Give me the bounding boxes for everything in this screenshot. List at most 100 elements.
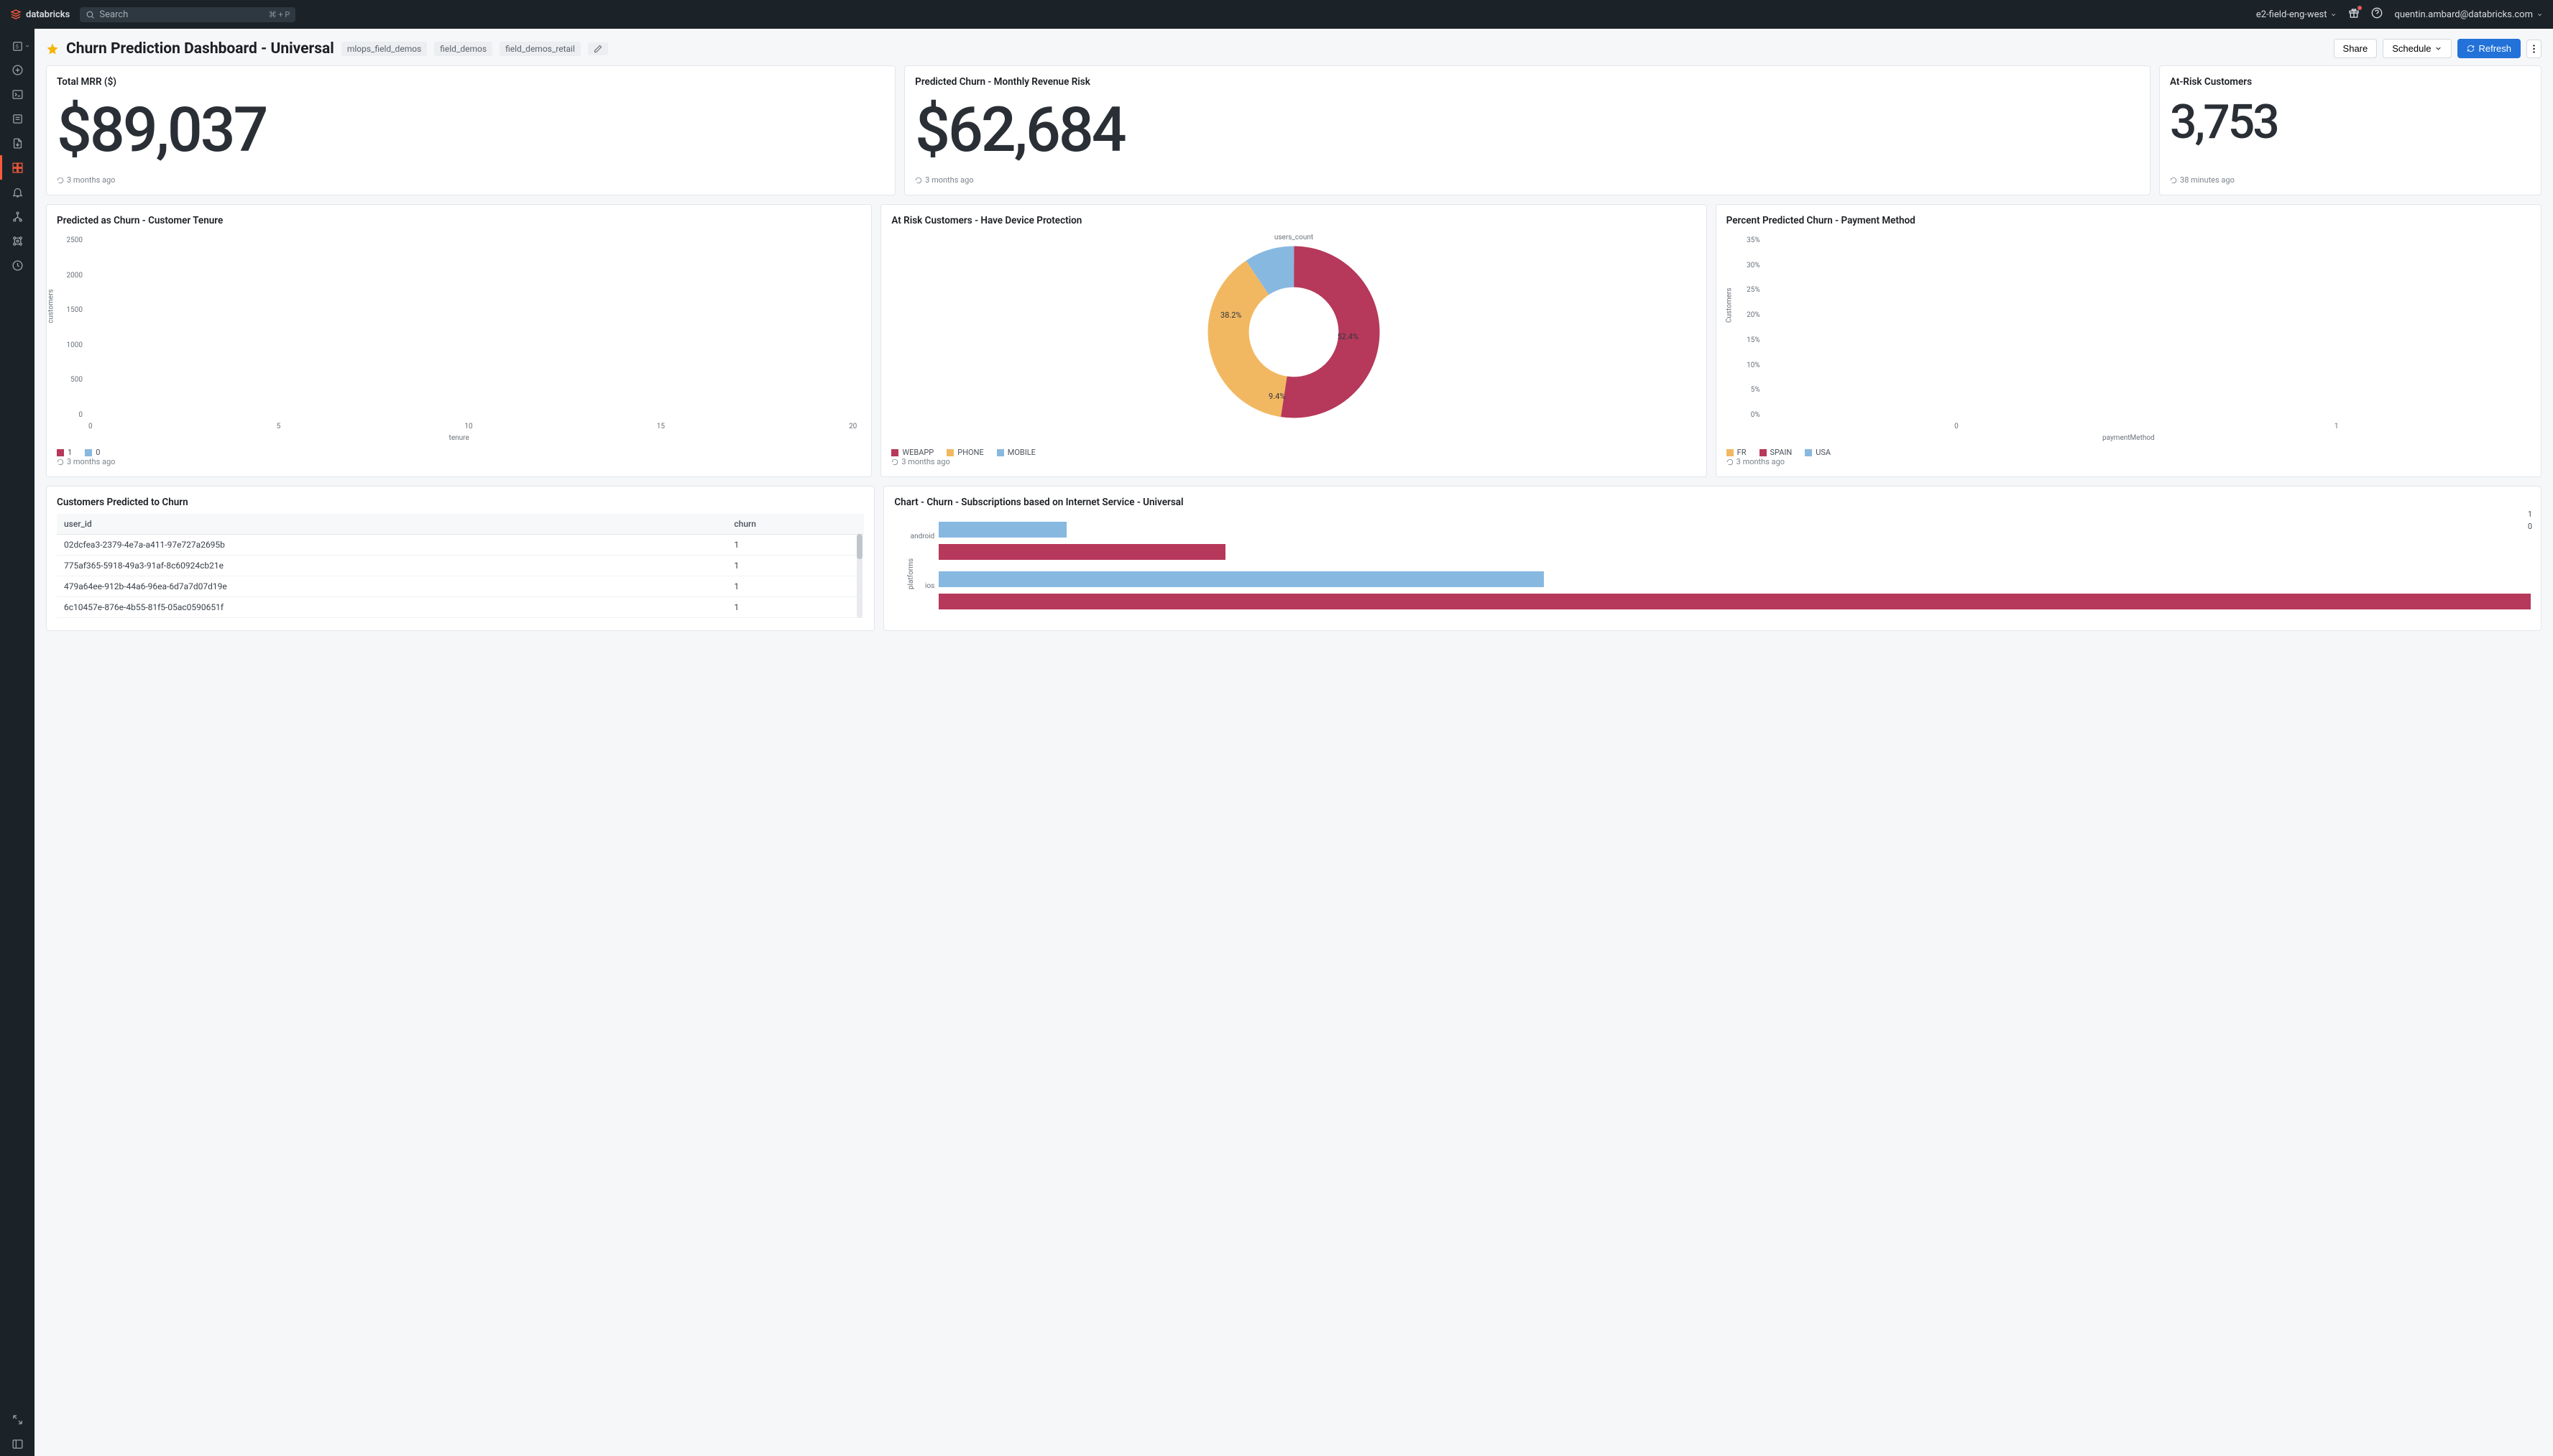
col-churn[interactable]: churn [727, 514, 864, 535]
chart-area: android ios platforms [939, 520, 2531, 620]
tag-mlops[interactable]: mlops_field_demos [341, 42, 427, 56]
chevron-down-icon [2536, 11, 2543, 18]
search-icon [86, 10, 95, 19]
refresh-small-icon [57, 177, 64, 184]
y-axis: 25002000150010005000 [57, 236, 86, 419]
tag-retail[interactable]: field_demos_retail [500, 42, 581, 56]
sidebar-panel[interactable] [0, 1432, 34, 1456]
kpi-timestamp: 3 months ago [57, 175, 885, 185]
refresh-small-icon [2170, 177, 2177, 184]
kpi-timestamp: 3 months ago [915, 175, 2140, 185]
legend: 1 0 [2524, 510, 2532, 534]
user-menu[interactable]: quentin.ambard@databricks.com [2394, 9, 2543, 20]
table-row[interactable]: 479a64ee-912b-44a6-96ea-6d7a7d07d19e1 [57, 576, 864, 597]
chart-tenure: Predicted as Churn - Customer Tenure 250… [46, 204, 872, 477]
chart-area: users_count 52.4% 38.2% 9.4% [891, 232, 1696, 441]
panel-icon [12, 1438, 24, 1450]
table-title: Customers Predicted to Churn [57, 497, 864, 508]
kpi-timestamp: 38 minutes ago [2170, 175, 2531, 185]
sidebar-compute[interactable] [0, 229, 34, 253]
brand-text: databricks [26, 9, 70, 20]
terminal-icon [12, 88, 24, 101]
refresh-button[interactable]: Refresh [2457, 39, 2521, 58]
refresh-icon [2467, 45, 2475, 52]
bell-icon [12, 186, 24, 198]
chart-title: Chart - Churn - Subscriptions based on I… [894, 497, 2531, 508]
chart-payment-method: Percent Predicted Churn - Payment Method… [1716, 204, 2542, 477]
chart-device-protection: At Risk Customers - Have Device Protecti… [880, 204, 1706, 477]
share-button[interactable]: Share [2334, 39, 2378, 58]
help-button[interactable] [2371, 7, 2383, 22]
y-axis-label: customers [47, 289, 55, 323]
help-icon [2371, 7, 2383, 19]
y-axis-label: platforms [907, 558, 915, 589]
chart-timestamp: 3 months ago [57, 457, 861, 466]
clock-icon [12, 259, 24, 272]
table-row[interactable]: 775af365-5918-49a3-91af-8c60924cb21e1 [57, 556, 864, 576]
search-input[interactable]: Search ⌘ + P [80, 7, 295, 22]
sidebar: S [0, 29, 34, 1456]
kpi-title: Total MRR ($) [57, 76, 885, 88]
x-axis: 05101520 [88, 423, 857, 430]
topbar-right: e2-field-eng-west quentin.ambard@databri… [2256, 7, 2543, 22]
col-user-id[interactable]: user_id [57, 514, 727, 535]
list-icon [12, 113, 24, 125]
chart-timestamp: 3 months ago [891, 457, 1696, 466]
chart-area: 35%30%25%20%15%10%5%0% Customers 01 paym… [1726, 232, 2531, 441]
data-table: user_id churn 02dcfea3-2379-4e7a-a411-97… [57, 514, 864, 618]
bar-series [88, 236, 857, 419]
kpi-total-mrr: Total MRR ($) $89,037 3 months ago [46, 65, 896, 195]
dashboard-header: Churn Prediction Dashboard - Universal m… [46, 29, 2542, 65]
workspace-selector[interactable]: e2-field-eng-west [2256, 9, 2337, 20]
plus-circle-icon [12, 64, 24, 76]
sidebar-expand[interactable] [0, 1407, 34, 1432]
search-shortcut: ⌘ + P [269, 10, 290, 19]
more-actions-button[interactable] [2526, 40, 2542, 58]
chart-title: Predicted as Churn - Customer Tenure [57, 215, 861, 226]
chart-area: 25002000150010005000 customers 05101520 … [57, 232, 861, 441]
search-placeholder: Search [99, 9, 128, 20]
table-scrollbar[interactable] [857, 534, 862, 618]
main-content: Churn Prediction Dashboard - Universal m… [34, 29, 2553, 1456]
kpi-title: At-Risk Customers [2170, 76, 2531, 88]
sidebar-sql-menu[interactable]: S [0, 34, 34, 57]
sidebar-alerts[interactable] [0, 180, 34, 204]
legend: WEBAPP PHONE MOBILE [891, 448, 1696, 457]
hbar-label-android: android [898, 533, 934, 540]
topbar: databricks Search ⌘ + P e2-field-eng-wes… [0, 0, 2553, 29]
kebab-icon [2533, 44, 2535, 54]
edit-icon [594, 45, 602, 53]
edit-tags-button[interactable] [588, 42, 608, 55]
schedule-button[interactable]: Schedule [2383, 39, 2452, 58]
sidebar-sql-editor[interactable] [0, 82, 34, 106]
x-axis-label: paymentMethod [2102, 434, 2155, 442]
sidebar-history[interactable] [0, 253, 34, 277]
sidebar-data[interactable] [0, 204, 34, 229]
kpi-value: $62,684 [915, 99, 2140, 161]
chart-timestamp: 3 months ago [1726, 457, 2531, 466]
chart-title: Percent Predicted Churn - Payment Method [1726, 215, 2531, 226]
kpi-value: $89,037 [57, 99, 885, 161]
sidebar-new[interactable] [0, 57, 34, 82]
dashboard-icon [12, 162, 24, 174]
sidebar-import[interactable] [0, 131, 34, 155]
x-axis-label: tenure [449, 434, 469, 442]
brand-logo[interactable]: databricks [10, 9, 70, 20]
legend: 1 0 [57, 448, 861, 457]
chevron-down-icon [2434, 45, 2442, 52]
sidebar-queries[interactable] [0, 106, 34, 131]
table-row[interactable]: 02dcfea3-2379-4e7a-a411-97e727a2695b1 [57, 535, 864, 556]
kpi-title: Predicted Churn - Monthly Revenue Risk [915, 76, 2140, 88]
schema-icon [12, 211, 24, 223]
cluster-icon [12, 235, 24, 247]
chevron-down-icon [2330, 11, 2337, 18]
sidebar-dashboards[interactable] [0, 155, 34, 180]
gift-button[interactable] [2348, 7, 2360, 22]
table-row[interactable]: 6c10457e-876e-4b55-81f5-05ac0590651f1 [57, 597, 864, 618]
legend: FR SPAIN USA [1726, 448, 2531, 457]
chart-internet-service: Chart - Churn - Subscriptions based on I… [883, 486, 2542, 631]
star-icon[interactable] [46, 42, 59, 55]
hbar-label-ios: ios [898, 582, 934, 590]
tag-field-demos[interactable]: field_demos [434, 42, 492, 56]
table-churn-customers: Customers Predicted to Churn user_id chu… [46, 486, 875, 631]
